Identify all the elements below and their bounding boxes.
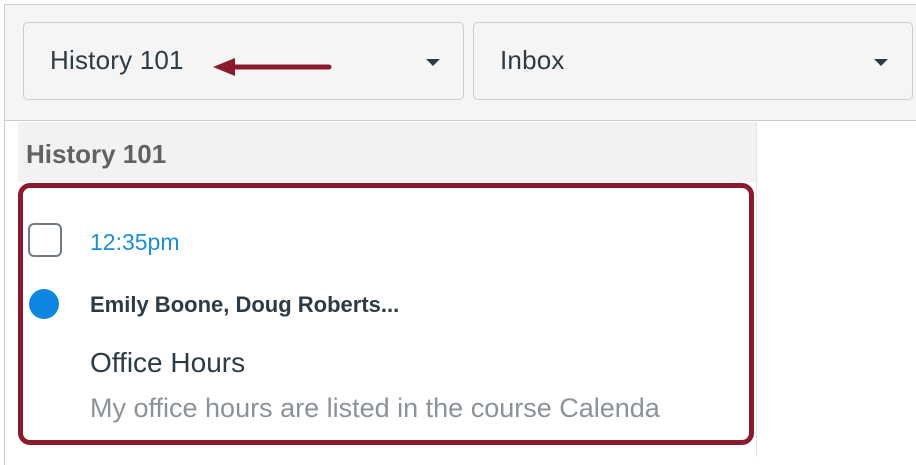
course-list-title: History 101 [26,139,167,169]
message-subject: Office Hours [90,347,246,378]
message-participants: Emily Boone, Doug Roberts... [90,292,400,317]
message-select-checkbox[interactable] [28,223,62,257]
conversation-filter-bar: History 101 Inbox [5,5,916,121]
caret-down-icon [426,59,440,66]
unread-indicator-icon[interactable] [29,289,59,319]
mailbox-filter-select[interactable]: Inbox [473,22,913,100]
course-list-header: History 101 [18,122,757,182]
annotation-arrow-icon [213,58,332,76]
pane-divider [756,122,757,457]
caret-down-icon [874,59,888,66]
message-time: 12:35pm [90,229,180,255]
message-list-item[interactable]: 12:35pm Emily Boone, Doug Roberts... Off… [19,184,756,457]
mailbox-filter-value: Inbox [500,45,565,75]
message-preview: My office hours are listed in the course… [90,393,660,423]
course-filter-value: History 101 [50,45,184,75]
